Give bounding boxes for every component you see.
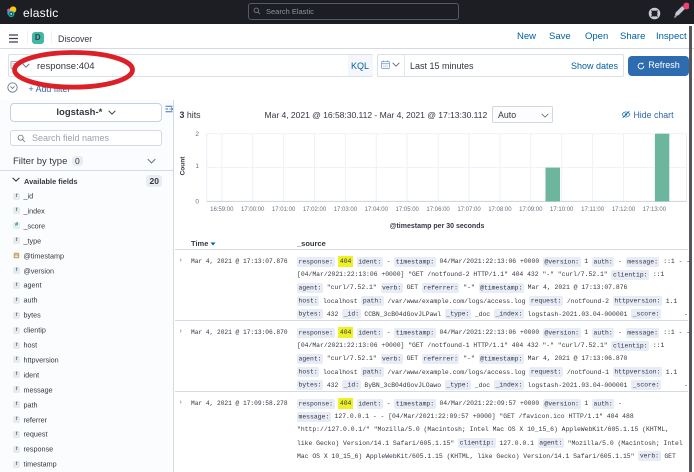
- svg-text:0: 0: [195, 198, 199, 205]
- svg-text:17:06:00: 17:06:00: [426, 207, 450, 213]
- svg-text:17:10:00: 17:10:00: [550, 207, 574, 213]
- svg-text:17:02:00: 17:02:00: [303, 207, 327, 213]
- svg-text:17:03:00: 17:03:00: [334, 207, 358, 213]
- svg-text:17:09:00: 17:09:00: [519, 207, 543, 213]
- svg-text:17:12:00: 17:12:00: [612, 207, 636, 213]
- svg-text:17:05:00: 17:05:00: [396, 207, 420, 213]
- svg-text:17:01:00: 17:01:00: [272, 207, 296, 213]
- svg-text:17:00:00: 17:00:00: [241, 207, 265, 213]
- svg-text:17:08:00: 17:08:00: [488, 207, 512, 213]
- svg-text:@timestamp per 30 seconds: @timestamp per 30 seconds: [390, 223, 485, 230]
- svg-text:17:13:00: 17:13:00: [643, 207, 667, 213]
- svg-text:Count: Count: [180, 156, 187, 176]
- svg-text:1: 1: [195, 163, 199, 170]
- svg-text:2: 2: [195, 131, 199, 138]
- svg-text:17:04:00: 17:04:00: [365, 207, 389, 213]
- svg-text:17:11:00: 17:11:00: [581, 207, 605, 213]
- svg-text:17:07:00: 17:07:00: [457, 207, 481, 213]
- svg-text:16:59:00: 16:59:00: [210, 207, 234, 213]
